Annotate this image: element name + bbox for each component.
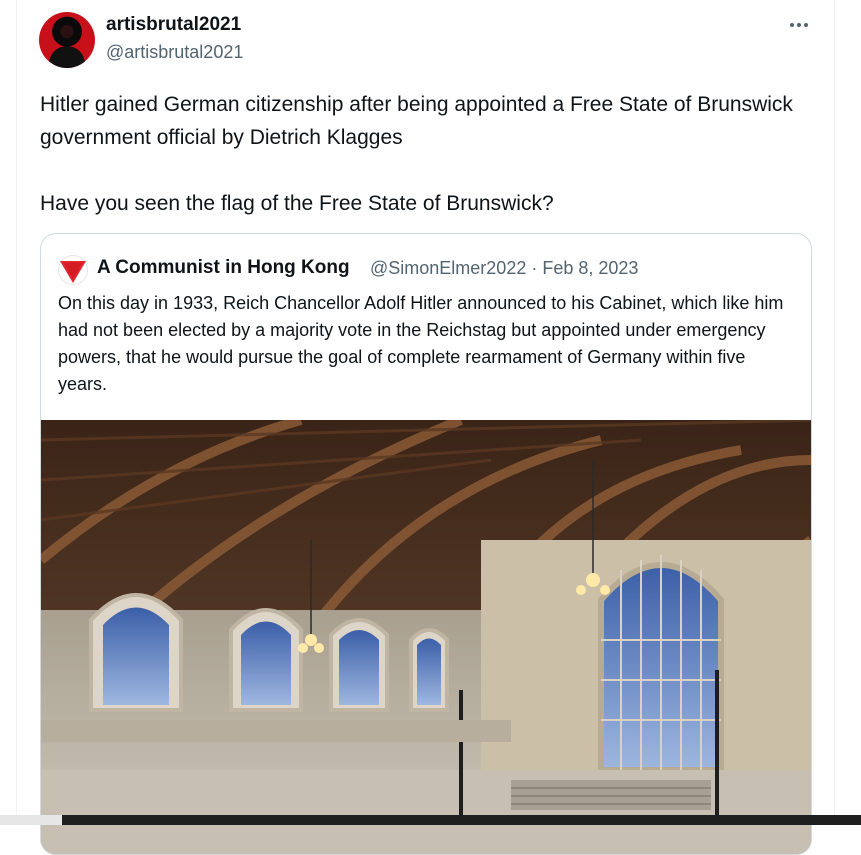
- quoted-tweet[interactable]: A Communist in Hong Kong @SimonElmer2022…: [40, 233, 812, 855]
- red-triangle-icon: [58, 255, 88, 285]
- more-horizontal-icon[interactable]: [786, 16, 812, 34]
- os-taskbar: [0, 815, 861, 825]
- os-taskbar-start[interactable]: [0, 815, 62, 825]
- author-avatar[interactable]: [39, 12, 95, 68]
- timeline-right-border: [834, 0, 835, 825]
- author-handle[interactable]: @artisbrutal2021: [106, 42, 243, 63]
- quote-author-display-name[interactable]: A Communist in Hong Kong: [97, 257, 350, 279]
- timeline-left-border: [16, 0, 17, 825]
- quote-author-meta[interactable]: @SimonElmer2022 · Feb 8, 2023: [370, 258, 638, 279]
- quote-text: On this day in 1933, Reich Chancellor Ad…: [58, 293, 784, 394]
- tweet-text: Hitler gained German citizenship after b…: [40, 93, 793, 215]
- author-display-name[interactable]: artisbrutal2021: [106, 14, 241, 36]
- hall-photo-image: [41, 420, 811, 854]
- avatar-icon: [49, 46, 85, 68]
- quote-media-photo[interactable]: [41, 420, 811, 854]
